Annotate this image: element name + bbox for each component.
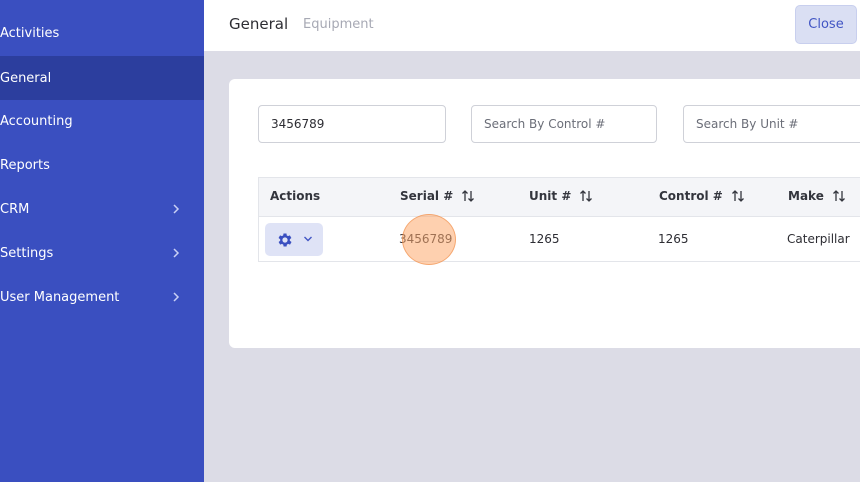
sort-icon[interactable] [461, 189, 475, 203]
sort-icon[interactable] [731, 189, 745, 203]
column-header-label: Control # [659, 189, 723, 203]
row-actions-button[interactable] [265, 223, 323, 256]
close-button[interactable]: Close [795, 5, 857, 44]
top-bar: General Equipment Close [204, 0, 860, 51]
chevron-right-icon [173, 292, 180, 302]
sidebar-item-reports[interactable]: Reports [0, 143, 204, 187]
column-header-actions: Actions [270, 189, 320, 203]
column-header-control[interactable]: Control # [659, 189, 745, 203]
table-header: Actions Serial # Unit # Control # Make [258, 177, 860, 217]
column-header-make[interactable]: Make [788, 189, 846, 203]
column-header-label: Unit # [529, 189, 572, 203]
sidebar-item-label: Activities [0, 25, 60, 41]
column-header-label: Actions [270, 189, 321, 203]
sidebar-item-crm[interactable]: CRM [0, 187, 204, 231]
sidebar-item-accounting[interactable]: Accounting [0, 99, 204, 143]
sort-icon[interactable] [579, 189, 593, 203]
chevron-right-icon [173, 204, 180, 214]
sidebar: Activities General Accounting Reports CR… [0, 0, 204, 482]
cell-serial[interactable]: 3456789 [399, 232, 452, 246]
sidebar-item-label: Reports [0, 157, 50, 173]
sidebar-item-user-management[interactable]: User Management [0, 275, 204, 319]
sidebar-item-settings[interactable]: Settings [0, 231, 204, 275]
sidebar-item-label: CRM [0, 201, 30, 217]
cell-unit: 1265 [529, 232, 560, 246]
gear-icon [278, 233, 292, 247]
sidebar-item-label: User Management [0, 289, 120, 305]
sidebar-item-label: Accounting [0, 113, 73, 129]
breadcrumb-general[interactable]: General [229, 15, 288, 33]
cell-control: 1265 [658, 232, 689, 246]
search-unit-input[interactable] [683, 105, 860, 143]
sidebar-item-activities[interactable]: Activities [0, 11, 204, 55]
cell-make: Caterpillar [787, 232, 850, 246]
search-serial-input[interactable] [258, 105, 446, 143]
breadcrumb-equipment: Equipment [303, 17, 374, 32]
search-control-input[interactable] [471, 105, 657, 143]
column-header-serial[interactable]: Serial # [400, 189, 475, 203]
sidebar-item-label: General [0, 70, 52, 86]
sidebar-item-label: Settings [0, 245, 54, 261]
sort-icon[interactable] [832, 189, 846, 203]
column-header-label: Serial # [400, 189, 454, 203]
sidebar-item-general[interactable]: General [0, 56, 204, 100]
column-header-unit[interactable]: Unit # [529, 189, 593, 203]
chevron-down-icon [304, 236, 312, 242]
table-row[interactable]: 3456789 1265 1265 Caterpillar [258, 217, 860, 262]
column-header-label: Make [788, 189, 824, 203]
chevron-right-icon [173, 248, 180, 258]
equipment-card: Actions Serial # Unit # Control # Make 3… [229, 79, 860, 348]
